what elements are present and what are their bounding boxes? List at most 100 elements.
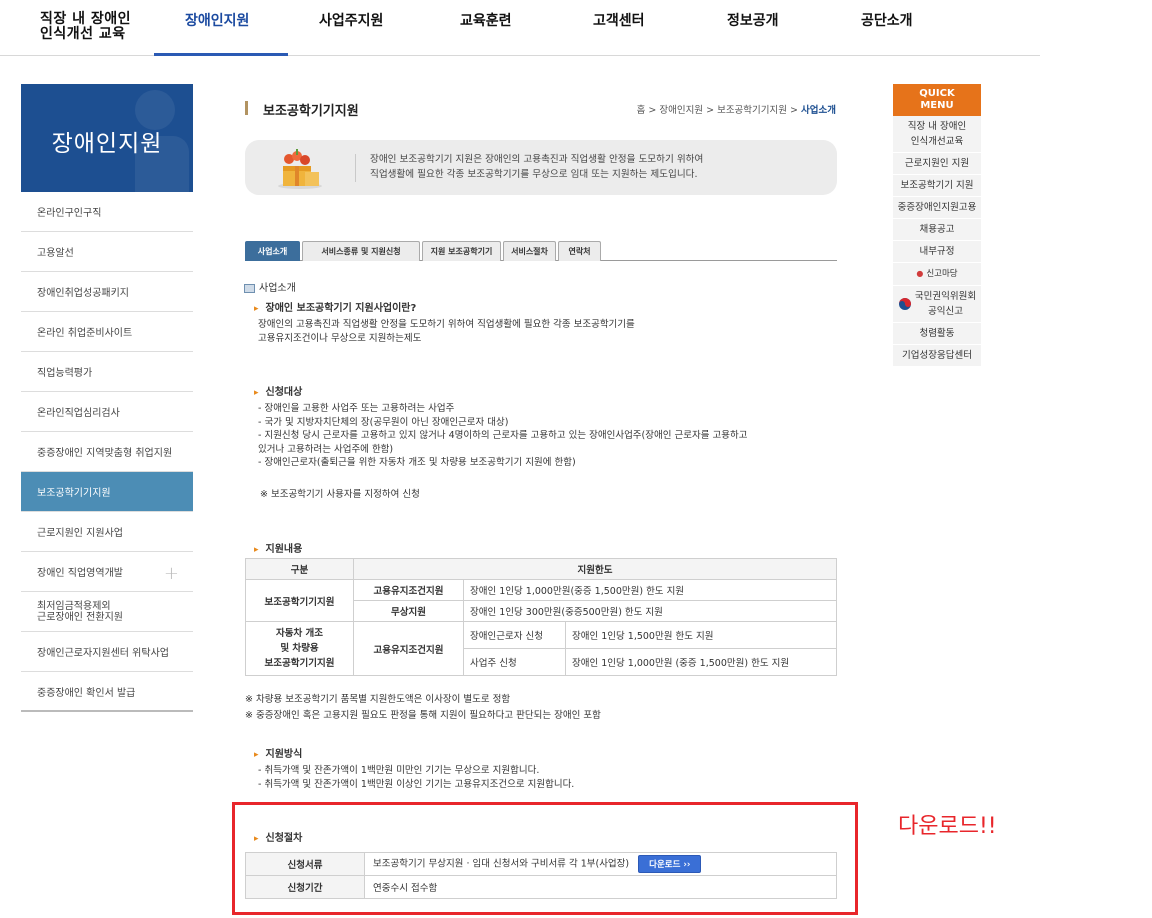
breadcrumb: 홈 > 장애인지원 > 보조공학기기지원 > 사업소개: [637, 102, 836, 116]
table-cell-category: 자동차 개조 및 차량용 보조공학기기지원: [245, 621, 354, 676]
s2-line-5: - 장애인근로자(출퇴근을 위한 자동차 개조 및 차량용 보조공학기기 지원에…: [258, 457, 576, 468]
tab-devices[interactable]: 지원 보조공학기기: [422, 241, 501, 261]
menu-about[interactable]: 공단소개: [861, 10, 913, 30]
lnb-item-line-1: 최저임금적용제외: [37, 600, 111, 612]
quick-item-line-2: 공익신고: [928, 306, 963, 317]
menu-disabled-support[interactable]: 장애인지원: [185, 10, 249, 30]
lnb-item-label: 장애인 직업영역개발: [37, 568, 123, 579]
quick-item-regulations[interactable]: 내부규정: [893, 241, 981, 263]
menu-employer-support[interactable]: 사업주지원: [319, 10, 383, 30]
siren-icon: ●: [916, 269, 924, 278]
s4-title: 지원방식: [254, 745, 303, 760]
lnb-item-job-development[interactable]: 장애인 직업영역개발 +: [21, 552, 193, 592]
menu-customer-center[interactable]: 고객센터: [593, 10, 645, 30]
intro-box: 장애인 보조공학기기 지원은 장애인의 고용촉진과 직업생활 안정을 도모하기 …: [245, 140, 837, 195]
table-header-limit: 지원한도: [353, 558, 837, 580]
intro-line-2: 직업생활에 필요한 각종 보조공학기기를 무상으로 임대 또는 지원하는 제도입…: [370, 169, 698, 180]
s4-body: - 취득가액 및 잔존가액이 1백만원 미만인 기기는 무상으로 지원합니다. …: [258, 764, 574, 791]
lnb-item-min-wage[interactable]: 최저임금적용제외 근로장애인 전환지원: [21, 592, 193, 632]
table-cell-limit: 장애인 1인당 1,000만원 (중증 1,500만원) 한도 지원: [565, 648, 837, 676]
lnb-item-placement[interactable]: 고용알선: [21, 232, 193, 272]
s4-line-1: - 취득가액 및 잔존가액이 1백만원 미만인 기기는 무상으로 지원합니다.: [258, 765, 540, 776]
support-table: 구분 지원한도 보조공학기기지원 고용유지조건지원 장애인 1인당 1,000만…: [245, 558, 837, 676]
table-cell-type: 고용유지조건지원: [353, 621, 464, 676]
s1-title: 장애인 보조공학기기 지원사업이란?: [254, 299, 417, 314]
lnb-item-certificate[interactable]: 중증장애인 확인서 발급: [21, 672, 193, 712]
tab-bar: 사업소개 서비스종류 및 지원신청 지원 보조공학기기 서비스절차 연락처: [245, 241, 837, 261]
annotation-highlight-box: [232, 802, 858, 915]
s2-line-4: 있거나 고용하려는 사업주에 한함): [258, 443, 394, 455]
quick-item-awareness[interactable]: 직장 내 장애인 인식개선교육: [893, 116, 981, 153]
annotation-label: 다운로드!!: [898, 814, 997, 839]
quick-item-work-assistant[interactable]: 근로지원인 지원: [893, 153, 981, 175]
quick-item-line-2: 인식개선교육: [910, 136, 964, 147]
table-cell-limit: 장애인 1인당 300만원(중증500만원) 한도 지원: [463, 600, 837, 622]
section-heading-text: 사업소개: [259, 283, 296, 294]
s2-line-2: - 국가 및 지방자치단체의 장(공무원이 아닌 장애인근로자 대상): [258, 416, 509, 428]
lnb-item-assistive-tech[interactable]: 보조공학기기지원: [21, 472, 193, 512]
menu-training[interactable]: 교육훈련: [460, 10, 512, 30]
lnb-item-online-job[interactable]: 온라인구인구직: [21, 192, 193, 232]
quick-item-integrity[interactable]: 청렴활동: [893, 323, 981, 345]
quick-item-growth-center[interactable]: 기업성장응답센터: [893, 345, 981, 367]
plus-icon[interactable]: +: [164, 563, 179, 584]
lnb-list: 온라인구인구직 고용알선 장애인취업성공패키지 온라인 취업준비사이트 직업능력…: [21, 192, 193, 712]
intro-separator: [355, 154, 356, 182]
s1-line-1: 장애인의 고용촉진과 직업생활 안정을 도모하기 위하여 직업생활에 필요한 각…: [258, 319, 635, 330]
brand-link[interactable]: 직장 내 장애인 인식개선 교육: [40, 12, 131, 42]
table-cat-line-2: 및 차량용: [280, 643, 319, 654]
lnb-item-support-center[interactable]: 장애인근로자지원센터 위탁사업: [21, 632, 193, 672]
lnb-title: 장애인지원: [51, 131, 163, 157]
table-header-category: 구분: [245, 558, 354, 580]
menu-info-disclosure[interactable]: 정보공개: [727, 10, 779, 30]
quick-item-line-1: 직장 내 장애인: [907, 121, 967, 132]
s2-line-1: - 장애인을 고용한 사업주 또는 고용하려는 사업주: [258, 403, 455, 414]
menu-active-underline: [154, 53, 288, 56]
quick-item-acrc[interactable]: 국민권익위원회 공익신고: [893, 286, 981, 323]
table-cell-who: 장애인근로자 신청: [463, 621, 566, 649]
lnb-header: 장애인지원: [21, 84, 193, 192]
s3-title: 지원내용: [254, 540, 303, 555]
tab-overview[interactable]: 사업소개: [245, 241, 300, 261]
tab-service-types[interactable]: 서비스종류 및 지원신청: [302, 241, 420, 261]
s3-note-2: ※ 중증장애인 혹은 고용지원 필요도 판정을 통해 지원이 필요하다고 판단되…: [245, 710, 601, 721]
lnb-item-job-prep-site[interactable]: 온라인 취업준비사이트: [21, 312, 193, 352]
s1-line-2: 고용유지조건이나 무상으로 지원하는제도: [258, 332, 422, 344]
lnb-item-regional-support[interactable]: 중증장애인 지역맞춤형 취업지원: [21, 432, 193, 472]
s4-line-2: - 취득가액 및 잔존가액이 1백만원 이상인 기기는 고용유지조건으로 지원합…: [258, 778, 575, 790]
breadcrumb-sep: >: [790, 105, 798, 116]
table-cat-line-3: 보조공학기기지원: [264, 658, 335, 669]
tab-contact[interactable]: 연락처: [558, 241, 601, 261]
s2-note: ※ 보조공학기기 사용자를 지정하여 신청: [260, 489, 420, 500]
quick-item-assistive-tech[interactable]: 보조공학기기 지원: [893, 175, 981, 197]
quick-item-recruitment[interactable]: 채용공고: [893, 219, 981, 241]
table-cell-limit: 장애인 1인당 1,500만원 한도 지원: [565, 621, 837, 649]
intro-text: 장애인 보조공학기기 지원은 장애인의 고용촉진과 직업생활 안정을 도모하기 …: [370, 152, 703, 182]
table-cell-type: 고용유지조건지원: [353, 579, 464, 601]
lnb-item-line-2: 근로장애인 전환지원: [37, 611, 123, 623]
breadcrumb-sep: >: [648, 105, 657, 116]
breadcrumb-home[interactable]: 홈: [637, 105, 646, 116]
breadcrumb-item[interactable]: 보조공학기기지원: [717, 105, 787, 116]
top-navigation: 직장 내 장애인 인식개선 교육 장애인지원 사업주지원 교육훈련 고객센터 정…: [0, 0, 1040, 56]
lnb-item-work-assistant[interactable]: 근로지원인 지원사업: [21, 512, 193, 552]
s2-line-3: - 지원신청 당시 근로자를 고용하고 있지 않거나 4명이하의 근로자를 고용…: [258, 430, 748, 441]
s2-title: 신청대상: [254, 383, 303, 398]
quick-menu-header: QUICK MENU: [893, 84, 981, 116]
table-cell-who: 사업주 신청: [463, 648, 566, 676]
quick-item-report[interactable]: ● 신고마당: [893, 263, 981, 286]
section-heading: 사업소개: [244, 279, 296, 294]
lnb-item-psych-test[interactable]: 온라인직업심리검사: [21, 392, 193, 432]
title-marker: [245, 101, 248, 115]
brand-line-2: 인식개선 교육: [40, 26, 126, 42]
s2-body: - 장애인을 고용한 사업주 또는 고용하려는 사업주 - 국가 및 지방자치단…: [258, 402, 747, 470]
quick-menu: QUICK MENU 직장 내 장애인 인식개선교육 근로지원인 지원 보조공학…: [893, 84, 981, 367]
lnb-item-ability-eval[interactable]: 직업능력평가: [21, 352, 193, 392]
tab-procedure[interactable]: 서비스절차: [503, 241, 556, 261]
breadcrumb-item[interactable]: 장애인지원: [659, 105, 703, 116]
quick-item-severe-employment[interactable]: 중증장애인지원고용: [893, 197, 981, 219]
document-icon: [244, 283, 255, 293]
page-title: 보조공학기기지원: [263, 104, 359, 119]
breadcrumb-current: 사업소개: [801, 105, 836, 116]
lnb-item-success-package[interactable]: 장애인취업성공패키지: [21, 272, 193, 312]
